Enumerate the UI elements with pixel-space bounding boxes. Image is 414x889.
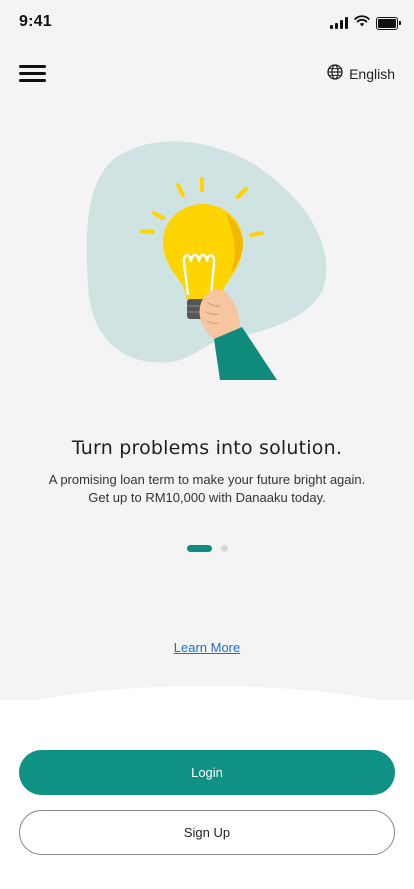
language-label: English	[349, 65, 395, 82]
learn-more-link[interactable]: Learn More	[174, 640, 240, 655]
page-dot-active[interactable]	[186, 545, 212, 552]
curved-divider	[0, 686, 414, 746]
onboarding-headline: Turn problems into solution.	[71, 437, 343, 459]
onboarding-screen: 9:41 English Turn problems into solution…	[0, 0, 414, 889]
status-icons	[330, 14, 401, 32]
learn-more-container: Learn More	[0, 640, 414, 655]
status-bar: 9:41	[0, 0, 414, 44]
language-selector[interactable]: English	[327, 64, 395, 83]
onboarding-description: A promising loan term to make your futur…	[48, 472, 366, 505]
signup-button[interactable]: Sign Up	[19, 810, 395, 855]
signal-icon	[330, 17, 348, 29]
battery-icon	[376, 16, 401, 30]
page-dot[interactable]	[220, 545, 228, 552]
login-button[interactable]: Login	[19, 750, 395, 795]
hamburger-menu-icon[interactable]	[19, 63, 47, 83]
wifi-icon	[354, 14, 370, 32]
page-indicator	[0, 545, 414, 552]
globe-icon	[327, 64, 343, 83]
status-time: 9:41	[19, 13, 52, 30]
sleeve	[214, 327, 277, 380]
lightbulb-hand-illustration	[80, 135, 340, 385]
